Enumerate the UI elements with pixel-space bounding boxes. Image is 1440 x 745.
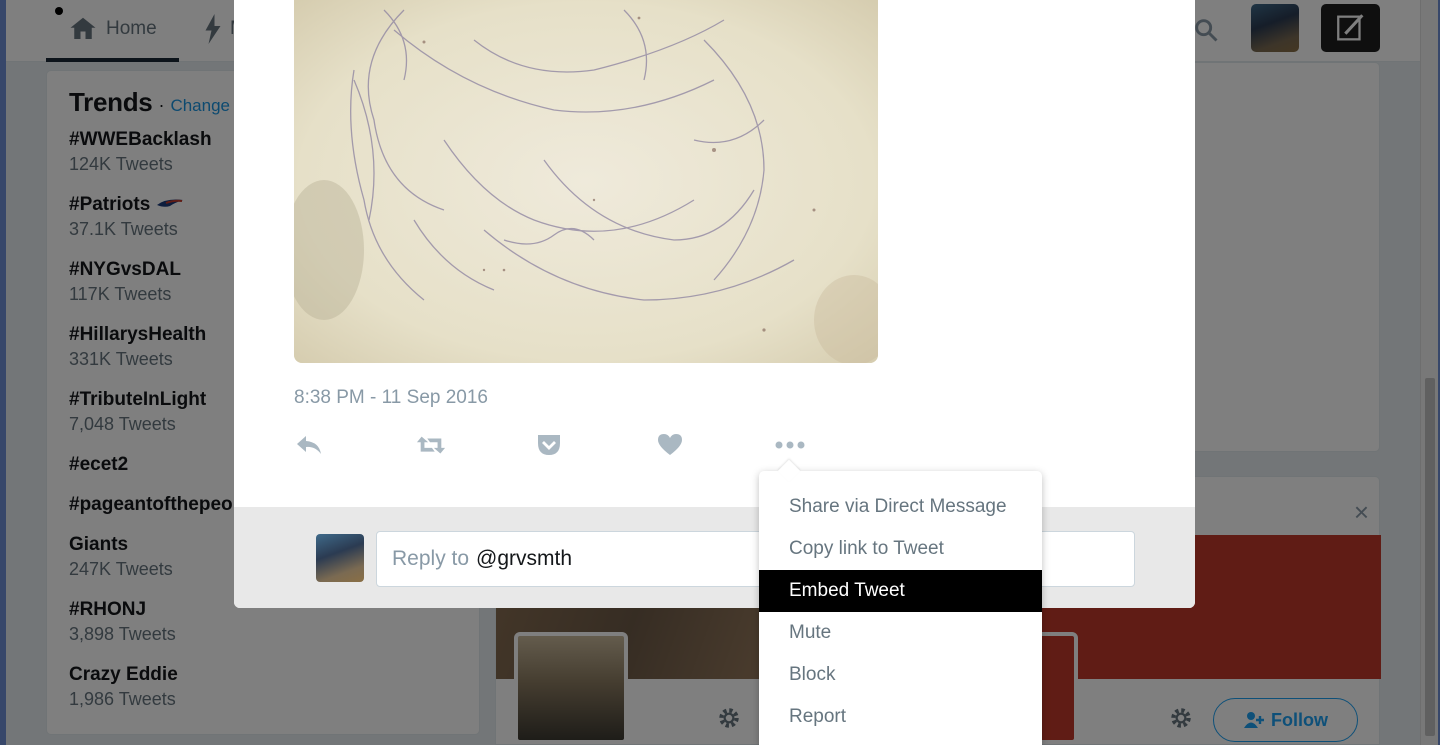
sketch-image [294, 0, 878, 363]
pocket-icon [538, 435, 560, 455]
reply-avatar [316, 534, 364, 582]
menu-item-report[interactable]: Report [759, 696, 1042, 738]
tweet-image[interactable] [294, 0, 878, 363]
tweet-timestamp[interactable]: 8:38 PM - 11 Sep 2016 [294, 387, 488, 409]
reply-icon [297, 436, 321, 454]
reply-placeholder: Reply to [392, 547, 470, 570]
retweet-button[interactable] [416, 430, 446, 460]
menu-item-mute[interactable]: Mute [759, 612, 1042, 654]
more-options-menu: Share via Direct Message Copy link to Tw… [759, 459, 1042, 745]
more-icon [775, 441, 805, 449]
reply-button[interactable] [294, 430, 324, 460]
tweet-modal: 8:38 PM - 11 Sep 2016 Reply to @grvsmth [234, 0, 1195, 608]
more-options-button[interactable] [775, 430, 805, 460]
menu-item-copy-link[interactable]: Copy link to Tweet [759, 528, 1042, 570]
menu-item-embed-tweet[interactable]: Embed Tweet [759, 570, 1042, 612]
menu-item-block[interactable]: Block [759, 654, 1042, 696]
reply-handle: @grvsmth [476, 547, 573, 570]
reply-bar: Reply to @grvsmth [234, 507, 1195, 608]
like-button[interactable] [655, 430, 685, 460]
heart-icon [658, 434, 682, 455]
retweet-icon [416, 436, 446, 454]
menu-item-share-dm[interactable]: Share via Direct Message [759, 486, 1042, 528]
pocket-button[interactable] [534, 430, 564, 460]
